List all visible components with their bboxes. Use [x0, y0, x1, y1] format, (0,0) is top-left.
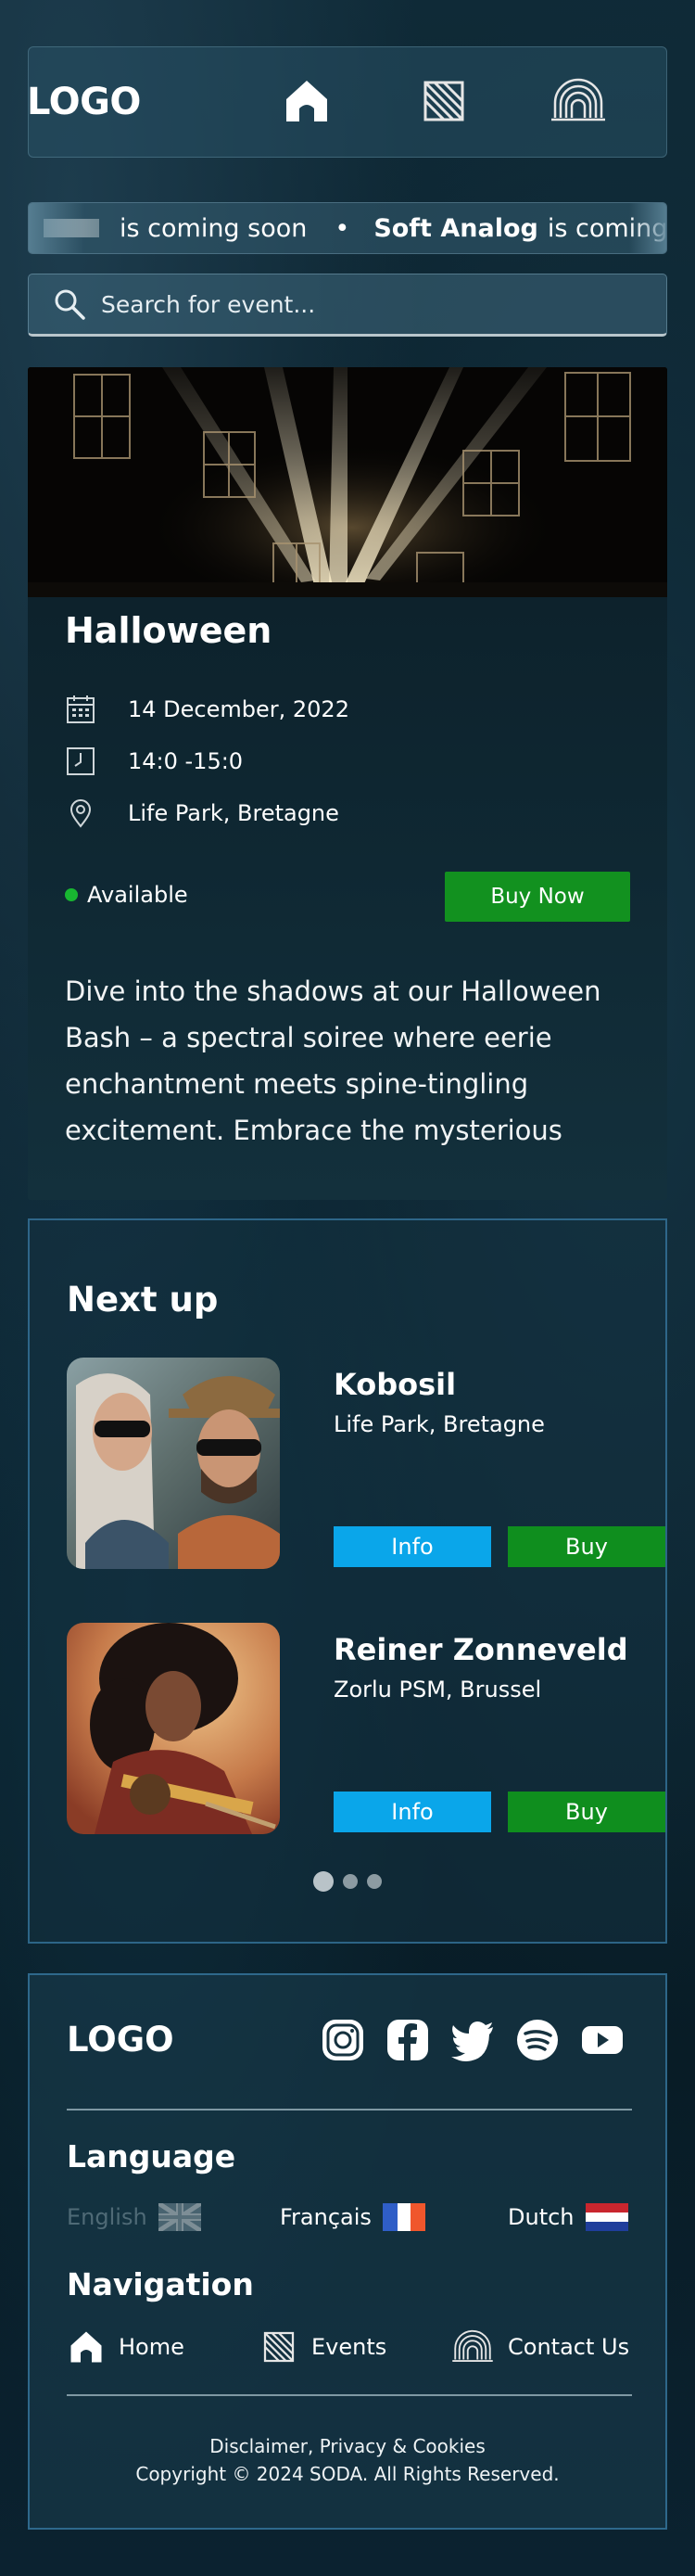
pagination-dot[interactable] [343, 1874, 358, 1889]
copyright-text: Copyright © 2024 SODA. All Rights Reserv… [135, 2463, 560, 2485]
ticker-separator: • [335, 213, 350, 243]
ticker-item-suffix: is coming soon [120, 213, 308, 243]
social-links [319, 2016, 626, 2064]
navigation-heading: Navigation [67, 2266, 254, 2302]
site-footer: LOGO Language English Français Dutch Nav… [28, 1973, 667, 2530]
footer-nav-label: Events [311, 2334, 387, 2360]
ticker-fade [29, 203, 84, 253]
uk-flag-icon [158, 2203, 201, 2231]
act-photo[interactable] [67, 1358, 280, 1569]
instagram-icon[interactable] [319, 2016, 367, 2064]
contact-arches-icon[interactable] [550, 75, 607, 127]
footer-nav-label: Contact Us [508, 2334, 630, 2360]
ticker-item-suffix: is coming soon [547, 213, 667, 243]
event-time-row: 14:0 -15:0 [65, 746, 243, 777]
event-location: Life Park, Bretagne [128, 800, 339, 826]
language-option-english[interactable]: English [67, 2203, 201, 2231]
contact-arches-icon [452, 2329, 493, 2362]
language-label: Dutch [508, 2204, 575, 2230]
home-icon [70, 2331, 102, 2363]
top-header: LOGO [27, 46, 667, 158]
event-banner-image [28, 367, 667, 597]
act-buy-button[interactable]: Buy [508, 1526, 665, 1567]
announcement-ticker: is coming soon • Soft Analog is coming s… [28, 202, 667, 254]
carousel-pagination [30, 1871, 665, 1892]
footer-nav-events[interactable]: Events [259, 2327, 386, 2366]
location-pin-icon [70, 799, 92, 828]
events-icon[interactable] [418, 75, 470, 127]
act-name: Reiner Zonneveld [334, 1632, 628, 1667]
france-flag-icon [382, 2203, 425, 2231]
language-heading: Language [67, 2138, 236, 2174]
clock-icon [67, 747, 95, 775]
language-option-french[interactable]: Français [280, 2203, 425, 2231]
home-icon[interactable] [281, 75, 333, 127]
act-info-button[interactable]: Info [334, 1526, 491, 1567]
youtube-icon[interactable] [578, 2016, 626, 2064]
act-card: Reiner Zonneveld Zorlu PSM, Brussel Info… [67, 1623, 665, 1836]
event-date-row: 14 December, 2022 [65, 694, 349, 725]
act-location: Zorlu PSM, Brussel [334, 1677, 542, 1702]
footer-nav-contact[interactable]: Contact Us [450, 2327, 629, 2366]
event-title: Halloween [65, 610, 272, 651]
ticker-item[interactable]: Soft Analog is coming soon [373, 213, 667, 243]
ticker-item-title: Soft Analog [373, 213, 538, 243]
search-bar[interactable] [28, 274, 667, 337]
language-option-dutch[interactable]: Dutch [508, 2203, 628, 2231]
featured-event-card: Halloween 14 December, 2022 14:0 -15:0 L… [28, 367, 667, 1200]
facebook-icon[interactable] [384, 2016, 432, 2064]
calendar-icon [67, 695, 95, 723]
legal-links[interactable]: Disclaimer, Privacy & Cookies [30, 2435, 665, 2457]
footer-divider [67, 2109, 632, 2111]
language-label: Français [280, 2204, 372, 2230]
footer-logo[interactable]: LOGO [67, 2020, 174, 2060]
event-time: 14:0 -15:0 [128, 748, 244, 774]
footer-nav-home[interactable]: Home [67, 2327, 184, 2366]
act-photo[interactable] [67, 1623, 280, 1834]
status-dot-icon [65, 888, 78, 901]
act-info-button[interactable]: Info [334, 1792, 491, 1832]
event-description: Dive into the shadows at our Halloween B… [65, 976, 601, 1146]
search-input[interactable] [101, 290, 620, 318]
act-location: Life Park, Bretagne [334, 1411, 545, 1437]
spotify-icon[interactable] [513, 2016, 562, 2064]
search-icon [55, 289, 85, 320]
header-logo[interactable]: LOGO [27, 81, 141, 123]
next-up-heading: Next up [67, 1280, 219, 1320]
events-icon [263, 2331, 295, 2363]
event-location-row: Life Park, Bretagne [65, 797, 339, 829]
netherlands-flag-icon [585, 2203, 628, 2231]
event-date: 14 December, 2022 [128, 696, 349, 722]
language-label: English [67, 2204, 147, 2230]
next-up-section: Next up Kobosil Life Park, Bretagne Info… [28, 1218, 667, 1944]
buy-now-button[interactable]: Buy Now [445, 872, 630, 922]
status-label: Available [87, 882, 188, 908]
footer-nav-label: Home [119, 2334, 184, 2360]
act-buy-button[interactable]: Buy [508, 1792, 665, 1832]
pagination-dot-active[interactable] [313, 1871, 334, 1892]
act-card: Kobosil Life Park, Bretagne Info Buy [67, 1358, 665, 1571]
footer-divider [67, 2394, 632, 2396]
twitter-icon[interactable] [449, 2016, 497, 2064]
act-name: Kobosil [334, 1367, 457, 1402]
availability-status: Available [65, 882, 188, 908]
pagination-dot[interactable] [367, 1874, 382, 1889]
